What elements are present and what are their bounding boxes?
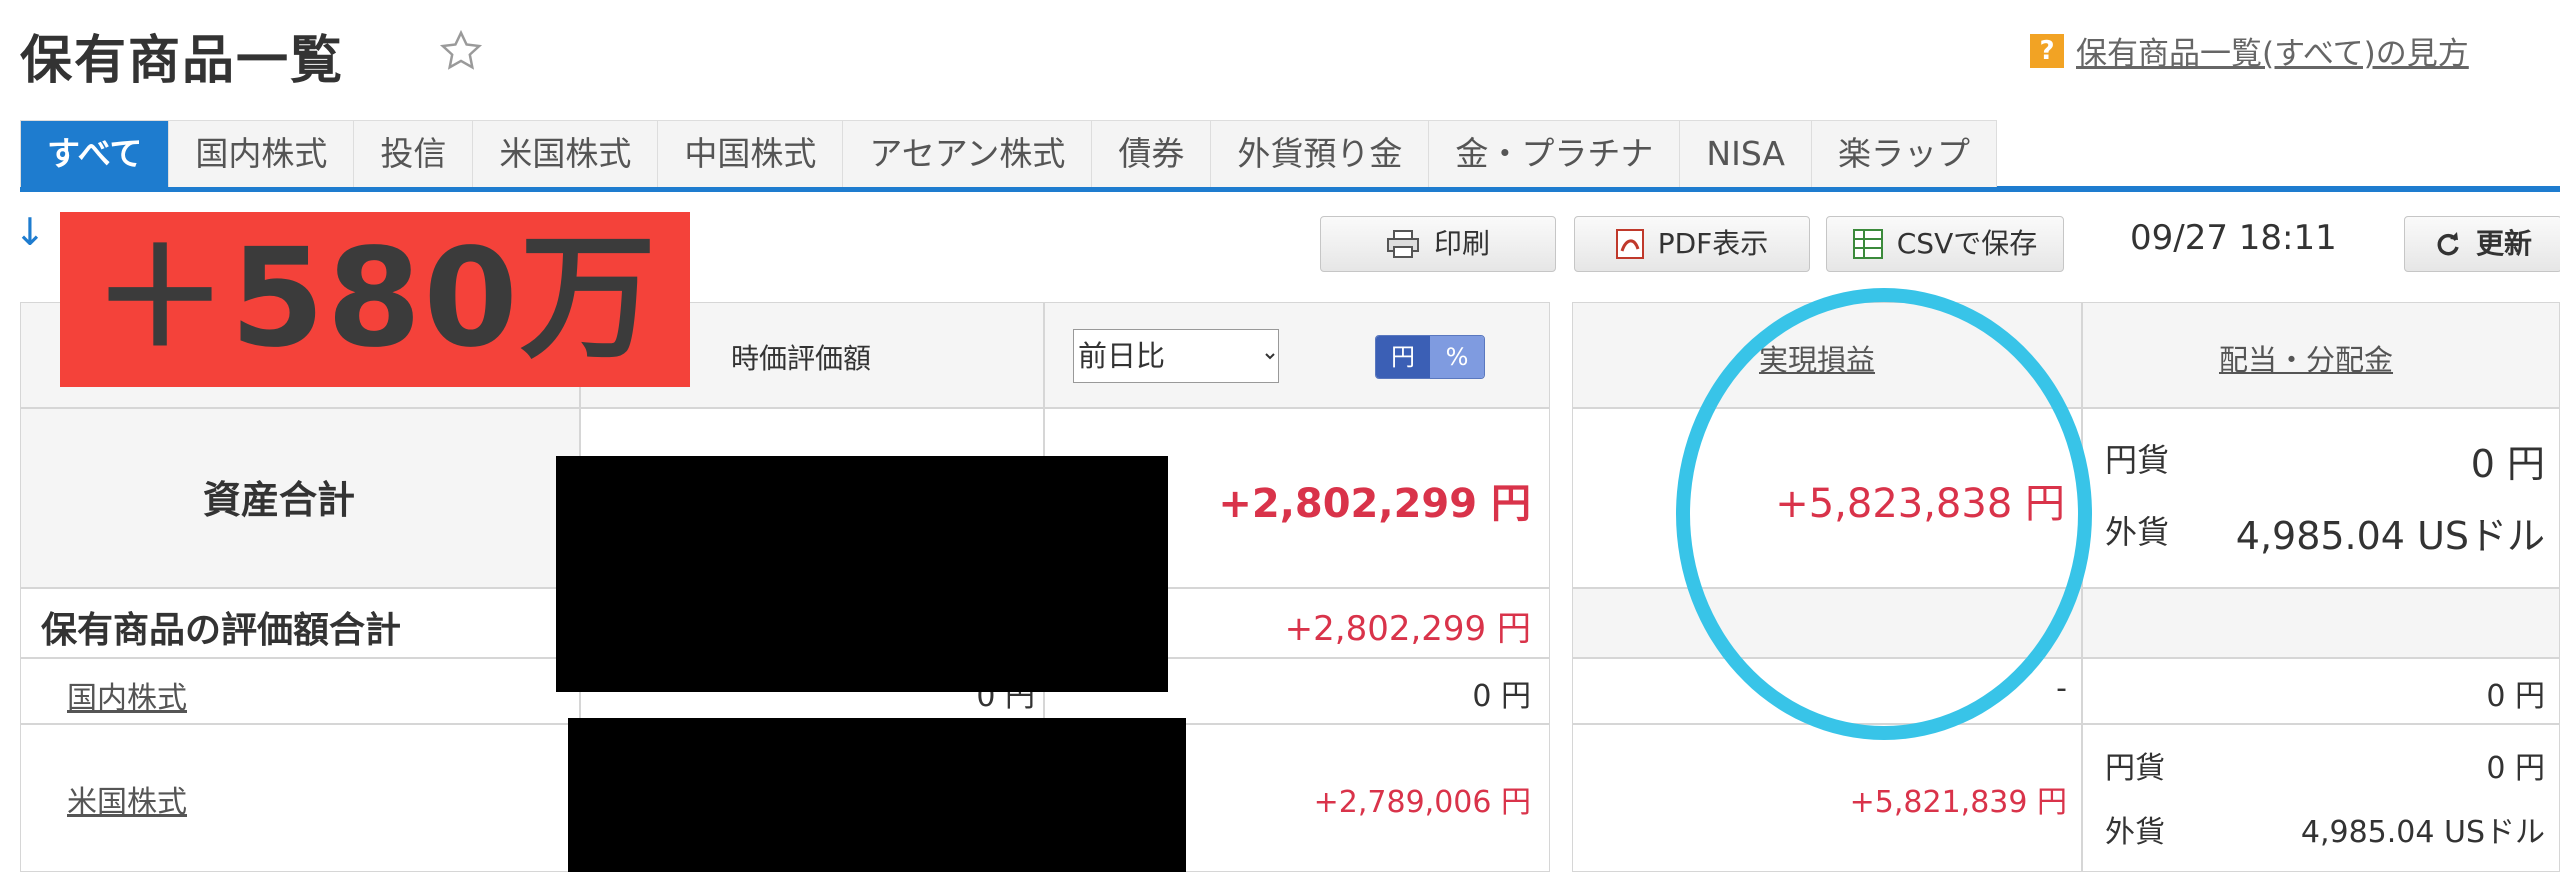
tab-bonds[interactable]: 債券: [1091, 120, 1212, 187]
us-realized-pl-cell: +5,821,839 円: [1572, 724, 2082, 872]
tab-all[interactable]: すべて: [20, 120, 170, 187]
domestic-label-cell: 国内株式: [20, 658, 580, 724]
tab-foreign-deposits[interactable]: 外貨預り金: [1210, 120, 1430, 187]
asset-total-div-jpy-value: 0 円: [2470, 442, 2545, 486]
refresh-label: 更新: [2475, 227, 2532, 260]
us-div-jpy-value: 0 円: [2486, 751, 2545, 786]
holdings-total-label: 保有商品の評価額合計: [41, 610, 402, 651]
us-div-fx-value: 4,985.04 USドル: [2300, 815, 2545, 850]
down-arrow-icon[interactable]: ↓: [14, 210, 46, 254]
us-div-jpy-label: 円貨: [2105, 751, 2165, 786]
holdings-total-label-cell: 保有商品の評価額合計: [20, 588, 580, 658]
us-div-fx-label: 外貨: [2105, 815, 2165, 850]
refresh-icon: [2437, 232, 2459, 256]
unit-yen-button[interactable]: 円: [1376, 336, 1430, 378]
asset-total-div-fx-value: 4,985.04 USドル: [2235, 514, 2545, 558]
header-day-change: 前日比 円 %: [1044, 302, 1550, 408]
help-link[interactable]: 保有商品一覧(すべて)の見方: [2076, 28, 2469, 73]
spreadsheet-icon: [1852, 229, 1883, 259]
unit-toggle: 円 %: [1375, 335, 1485, 379]
help-icon: ?: [2030, 33, 2064, 68]
tab-investment-trusts[interactable]: 投信: [353, 120, 474, 187]
asset-total-day-change: +2,802,299 円: [1218, 481, 1531, 527]
holdings-total-day-change: +2,802,299 円: [1284, 609, 1531, 649]
us-dividends-cell: 円貨 0 円 外貨 4,985.04 USドル: [2082, 724, 2560, 872]
holdings-total-dividends-cell: [2082, 588, 2560, 658]
pdf-icon: [1615, 229, 1644, 259]
asset-total-div-fx-label: 外貨: [2105, 513, 2170, 551]
us-label-cell: 米国株式: [20, 724, 580, 872]
domestic-stocks-link[interactable]: 国内株式: [67, 673, 187, 717]
tab-asean-stocks[interactable]: アセアン株式: [842, 120, 1093, 187]
asset-total-label-cell: 資産合計: [20, 408, 580, 588]
tab-china-stocks[interactable]: 中国株式: [657, 120, 844, 187]
page-title: 保有商品一覧: [20, 31, 345, 91]
domestic-realized-pl: -: [2056, 671, 2067, 706]
redaction-block: [556, 456, 1168, 692]
refresh-button[interactable]: 更新: [2404, 216, 2560, 272]
asset-total-div-jpy-label: 円貨: [2105, 441, 2170, 479]
print-button[interactable]: 印刷: [1320, 216, 1556, 272]
domestic-dividends: 0 円: [2486, 679, 2545, 714]
print-label: 印刷: [1433, 227, 1490, 260]
tab-domestic-stocks[interactable]: 国内株式: [168, 120, 355, 187]
csv-save-button[interactable]: CSVで保存: [1826, 216, 2064, 272]
domestic-day-change: 0 円: [1472, 679, 1531, 714]
printer-icon: [1386, 230, 1419, 258]
header-dividends: 配当・分配金: [2082, 302, 2560, 408]
tab-rakuwrap[interactable]: 楽ラップ: [1810, 120, 1997, 187]
highlight-circle: [1676, 288, 2092, 740]
day-change-select[interactable]: 前日比: [1073, 329, 1279, 383]
favorite-star-icon[interactable]: [438, 28, 484, 74]
us-day-change: +2,789,006 円: [1313, 785, 1531, 820]
gain-overlay-badge: ＋580万: [60, 212, 690, 387]
tab-gold-platinum[interactable]: 金・プラチナ: [1428, 120, 1681, 187]
domestic-dividends-cell: 0 円: [2082, 658, 2560, 724]
dividends-header-link[interactable]: 配当・分配金: [2219, 337, 2393, 379]
pdf-button[interactable]: PDF表示: [1574, 216, 1810, 272]
help-section: ? 保有商品一覧(すべて)の見方: [2030, 28, 2469, 73]
asset-total-label: 資産合計: [203, 478, 356, 522]
redaction-block: [568, 718, 1186, 872]
unit-percent-button[interactable]: %: [1430, 336, 1484, 378]
csv-label: CSVで保存: [1896, 227, 2038, 260]
market-value-header: 時価評価額: [731, 342, 872, 375]
asset-total-dividends-cell: 円貨 0 円 外貨 4,985.04 USドル: [2082, 408, 2560, 588]
pdf-label: PDF表示: [1657, 227, 1769, 260]
us-stocks-link[interactable]: 米国株式: [67, 777, 187, 821]
product-tabs: すべて 国内株式 投信 米国株式 中国株式 アセアン株式 債券 外貨預り金 金・…: [20, 120, 2560, 192]
update-timestamp: 09/27 18:11: [2130, 218, 2337, 258]
tab-nisa[interactable]: NISA: [1679, 120, 1812, 187]
tab-us-stocks[interactable]: 米国株式: [472, 120, 659, 187]
us-realized-pl: +5,821,839 円: [1849, 785, 2067, 820]
